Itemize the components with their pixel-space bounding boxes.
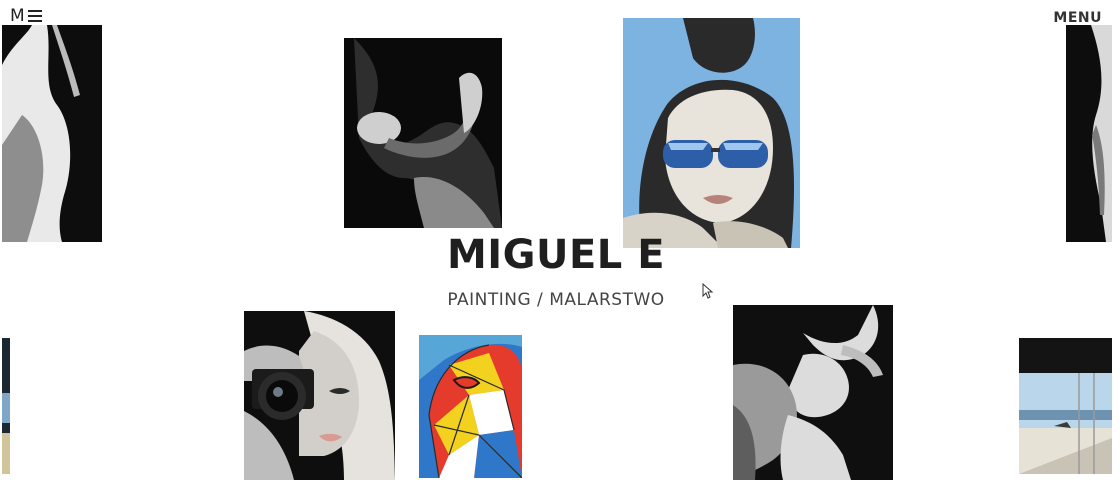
painting-woman-blue-sunglasses [623,18,800,248]
painting-woman-with-camera [244,311,395,480]
painting-thumbnail[interactable] [2,338,10,474]
painting-nude-figure-torso [2,25,102,242]
mouse-cursor-icon [702,283,714,299]
painting-thumbnail[interactable] [733,305,893,480]
painting-thumbnail[interactable] [419,335,522,478]
painting-beach-edge-left [2,338,10,474]
site-logo[interactable]: M [10,6,42,26]
painting-thumbnail[interactable] [623,18,800,248]
painting-thumbnail[interactable] [2,25,102,242]
painting-figure-edge-right [1066,25,1112,242]
painting-embracing-couple [344,38,502,228]
painting-reclining-nude [733,305,893,480]
painting-cubist-face [419,335,522,478]
menu-button[interactable]: MENU [1053,10,1102,26]
page-title: MIGUEL E [446,232,666,278]
painting-thumbnail[interactable] [1019,338,1112,474]
painting-modern-interior-sea [1019,338,1112,474]
painting-thumbnail[interactable] [1066,25,1112,242]
hamburger-icon [27,10,42,22]
painting-thumbnail[interactable] [244,311,395,480]
painting-thumbnail[interactable] [344,38,502,228]
logo-letter: M [10,6,26,26]
page-subtitle: PAINTING / MALARSTWO [447,290,665,310]
